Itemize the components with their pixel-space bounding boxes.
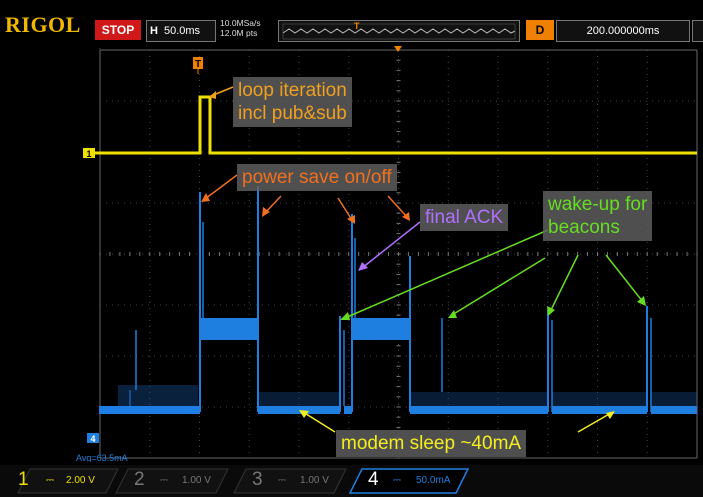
channel2-scale[interactable]: 1.00 V [182,470,211,492]
channel4-marker-label: 4 [90,434,95,444]
delay-label: D [526,20,554,40]
average-readout: Avg=63.5mA [76,453,128,462]
memory-waveform-overview [282,23,516,40]
channel4-scale[interactable]: 50.0mA [416,470,450,492]
brand-logo: RIGOL [5,12,81,37]
acquisition-info: 10.0MSa/s 12.0M pts [220,18,261,38]
run-stop-button[interactable]: STOP [95,20,141,40]
note-loop-iteration: loop iteration incl pub&sub [233,77,352,127]
channel1-scale[interactable]: 2.00 V [66,470,95,492]
annotation-arrows [201,86,646,433]
sample-rate: 10.0MSa/s [220,18,261,28]
memory-trigger-marker: T [354,21,360,31]
channel1-marker: 1 [83,148,95,159]
timebase-letter: H [150,25,158,37]
channel2-coupling-icon: ⎓ [160,475,168,486]
channel1-number[interactable]: 1 [18,468,29,492]
channel1-coupling-icon: ⎓ [46,475,54,486]
note-wake-line1: wake-up for [548,194,648,215]
channel2-number[interactable]: 2 [134,468,145,492]
right-edge-tab [692,20,703,42]
top-status-bar: RIGOL STOP H 50.0ms 10.0MSa/s 12.0M pts T… [0,0,703,44]
note-loop-line1: loop iteration [238,80,347,101]
memory-depth: 12.0M pts [220,28,258,38]
delay-value[interactable]: 200.000000ms [556,20,690,42]
note-wake-up: wake-up for beacons [543,191,653,241]
timebase-value: 50.0ms [163,25,201,37]
channel4-number[interactable]: 4 [368,468,379,492]
channel3-number[interactable]: 3 [252,468,263,492]
note-modem-sleep: modem sleep ~40mA [336,430,527,457]
channel4-marker: 4 [87,433,99,444]
channel1-marker-label: 1 [86,149,91,159]
note-loop-line2: incl pub&sub [238,103,347,124]
timebase-box[interactable]: H 50.0ms [146,20,216,42]
channel-tabs-shapes [17,468,470,494]
channel3-coupling-icon: ⎓ [278,475,286,486]
note-final-ack: final ACK [420,204,509,231]
channel4-coupling-icon: ⎓ [393,475,401,486]
memory-position-bar[interactable]: T [278,20,520,42]
note-power-save: power save on/off [237,164,397,191]
channel1-logic-trace [95,95,697,155]
screen-trigger-marker: T [195,59,201,70]
note-wake-line2: beacons [548,217,620,238]
channel3-scale[interactable]: 1.00 V [300,470,329,492]
